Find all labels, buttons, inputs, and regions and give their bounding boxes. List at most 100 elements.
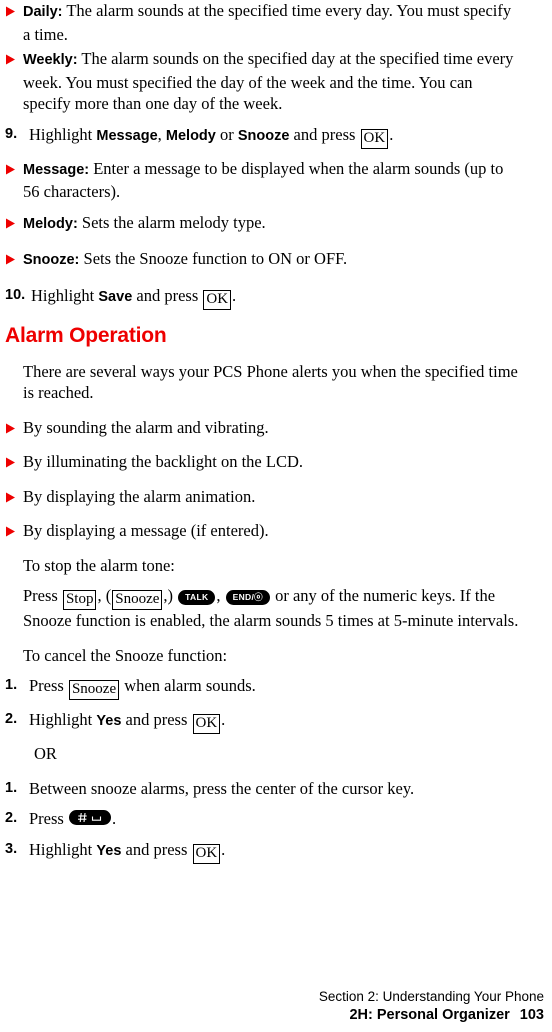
bullet-text-daily: Daily: The alarm sounds at the specified… — [23, 0, 552, 45]
step-text: Highlight Yes and press OK. — [29, 709, 552, 734]
bullet-text-weekly: Weekly: The alarm sounds on the specifie… — [23, 48, 552, 115]
alt-step-2: 2. Press . — [0, 808, 552, 830]
red-triangle-bullet-icon — [5, 158, 23, 175]
pound-space-key-icon[interactable] — [68, 810, 111, 825]
bullet-item-alert-backlight: By illuminating the backlight on the LCD… — [0, 451, 552, 473]
page-footer: Section 2: Understanding Your Phone 2H: … — [319, 988, 544, 1025]
step9-bold-message: Message — [96, 127, 158, 144]
bullet-text-alert-sound: By sounding the alarm and vibrating. — [23, 417, 269, 437]
bullet-item-alert-sound: By sounding the alarm and vibrating. — [0, 417, 552, 439]
bullet-item-melody: Melody: Sets the alarm melody type. — [0, 212, 552, 236]
step-text: Between snooze alarms, press the center … — [29, 778, 415, 798]
footer-chapter-title: 2H: Personal Organizer — [349, 1007, 510, 1023]
red-triangle-bullet-icon — [5, 451, 23, 468]
step10-bold-save: Save — [98, 288, 133, 305]
step10-pre: Highlight — [31, 285, 99, 305]
bullet-text-melody: Melody: Sets the alarm melody type. — [23, 212, 552, 236]
paragraph-stop-alarm: Press Stop, (Snooze,) TALK, END/ⓞ or any… — [0, 585, 552, 632]
bullet-item-weekly: Weekly: The alarm sounds on the specifie… — [0, 48, 552, 115]
step9-mid: and press — [289, 124, 360, 144]
bullet-item-alert-animation: By displaying the alarm animation. — [0, 486, 552, 508]
step-number: 9. — [5, 125, 18, 142]
cancel2-pre: Highlight — [29, 710, 97, 729]
paragraph-intro: There are several ways your PCS Phone al… — [23, 361, 518, 403]
step9-bold-melody: Melody — [165, 127, 216, 144]
step10-post: . — [232, 285, 237, 305]
section-heading-alarm-operation: Alarm Operation — [5, 323, 167, 347]
stop-sep2: ,) — [163, 586, 178, 605]
step-text: Highlight Save and press OK. — [31, 285, 552, 310]
numbered-step-10: 10. Highlight Save and press OK. — [0, 285, 552, 310]
end-key-label: END/ — [232, 592, 255, 602]
label-to-cancel-snooze: To cancel the Snooze function: — [23, 645, 228, 665]
end-power-key-icon[interactable]: END/ⓞ — [225, 590, 270, 605]
cancel2-post: . — [221, 710, 226, 729]
ok-key-box[interactable]: OK — [203, 289, 232, 310]
cancel-step-2: 2. Highlight Yes and press OK. — [0, 709, 552, 734]
or-separator: OR — [34, 744, 57, 763]
step-text: Highlight Yes and press OK. — [29, 839, 552, 864]
cancel1-post: when alarm sounds. — [120, 676, 256, 695]
step10-mid: and press — [132, 285, 203, 305]
footer-section-title: Section 2: Understanding Your Phone — [318, 989, 544, 1004]
bullet-text-message: Message: Enter a message to be displayed… — [23, 158, 552, 203]
red-triangle-bullet-icon — [5, 520, 23, 537]
red-triangle-bullet-icon — [5, 0, 23, 17]
stop-pre: Press — [23, 586, 62, 605]
cancel-step-1: 1. Press Snooze when alarm sounds. — [0, 675, 552, 700]
step9-post: . — [389, 124, 394, 144]
ok-key-box[interactable]: OK — [360, 128, 389, 149]
term-weekly: Weekly: — [23, 52, 78, 68]
bullet-text-alert-animation: By displaying the alarm animation. — [23, 486, 256, 506]
bullet-text-alert-message: By displaying a message (if entered). — [23, 521, 269, 540]
term-daily: Daily: — [23, 4, 63, 20]
term-snooze: Snooze: — [23, 252, 80, 268]
step-number: 3. — [5, 840, 18, 857]
red-triangle-bullet-icon — [5, 48, 23, 65]
footer-chapter-line: 2H: Personal Organizer 103 — [319, 1006, 544, 1025]
stop-key-box[interactable]: Stop — [62, 590, 97, 610]
step-text: Highlight Message, Melody or Snooze and … — [29, 124, 552, 149]
step-number: 1. — [5, 677, 18, 693]
step-text: Press . — [29, 808, 552, 830]
snooze-key-box[interactable]: Snooze — [68, 680, 120, 700]
snooze-key-box[interactable]: Snooze — [112, 590, 163, 610]
step-text: Press Snooze when alarm sounds. — [29, 675, 552, 700]
desc-message: Enter a message to be displayed when the… — [23, 158, 504, 202]
desc-weekly: The alarm sounds on the specified day at… — [23, 49, 514, 113]
talk-key-icon[interactable]: TALK — [178, 590, 216, 605]
numbered-step-9: 9. Highlight Message, Melody or Snooze a… — [0, 124, 552, 149]
red-triangle-bullet-icon — [5, 248, 23, 265]
cancel2-mid: and press — [121, 710, 192, 729]
step9-sep2: or — [215, 124, 238, 144]
alt3-mid: and press — [121, 839, 192, 859]
alt3-bold-yes: Yes — [96, 842, 122, 859]
bullet-item-message: Message: Enter a message to be displayed… — [0, 158, 552, 203]
red-triangle-bullet-icon — [5, 486, 23, 503]
ok-key-box[interactable]: OK — [192, 843, 221, 864]
cancel1-pre: Press — [29, 676, 68, 695]
step9-pre: Highlight — [29, 124, 97, 144]
bullet-text-snooze: Snooze: Sets the Snooze function to ON o… — [23, 248, 552, 272]
bullet-item-daily: Daily: The alarm sounds at the specified… — [0, 0, 552, 45]
ok-key-box[interactable]: OK — [192, 714, 221, 734]
bullet-item-snooze: Snooze: Sets the Snooze function to ON o… — [0, 248, 552, 272]
alt3-pre: Highlight — [29, 839, 97, 859]
footer-page-number: 103 — [519, 1007, 544, 1023]
alt-step-1: 1. Between snooze alarms, press the cent… — [0, 778, 552, 800]
bullet-text-alert-backlight: By illuminating the backlight on the LCD… — [23, 452, 304, 471]
alt2-post: . — [111, 809, 117, 828]
step-number: 2. — [5, 711, 18, 727]
step-number: 1. — [5, 779, 18, 796]
stop-sep1: , ( — [97, 586, 112, 605]
alt3-post: . — [221, 839, 226, 859]
label-to-stop-alarm-tone: To stop the alarm tone: — [23, 555, 175, 575]
step9-bold-snooze: Snooze — [237, 127, 290, 144]
red-triangle-bullet-icon — [5, 417, 23, 434]
stop-sep3: , — [216, 586, 225, 605]
cancel2-bold-yes: Yes — [96, 713, 122, 729]
desc-daily: The alarm sounds at the specified time e… — [23, 1, 512, 44]
alt2-pre: Press — [29, 809, 68, 828]
desc-snooze: Sets the Snooze function to ON or OFF. — [79, 249, 348, 268]
bullet-item-alert-message: By displaying a message (if entered). — [0, 520, 552, 542]
